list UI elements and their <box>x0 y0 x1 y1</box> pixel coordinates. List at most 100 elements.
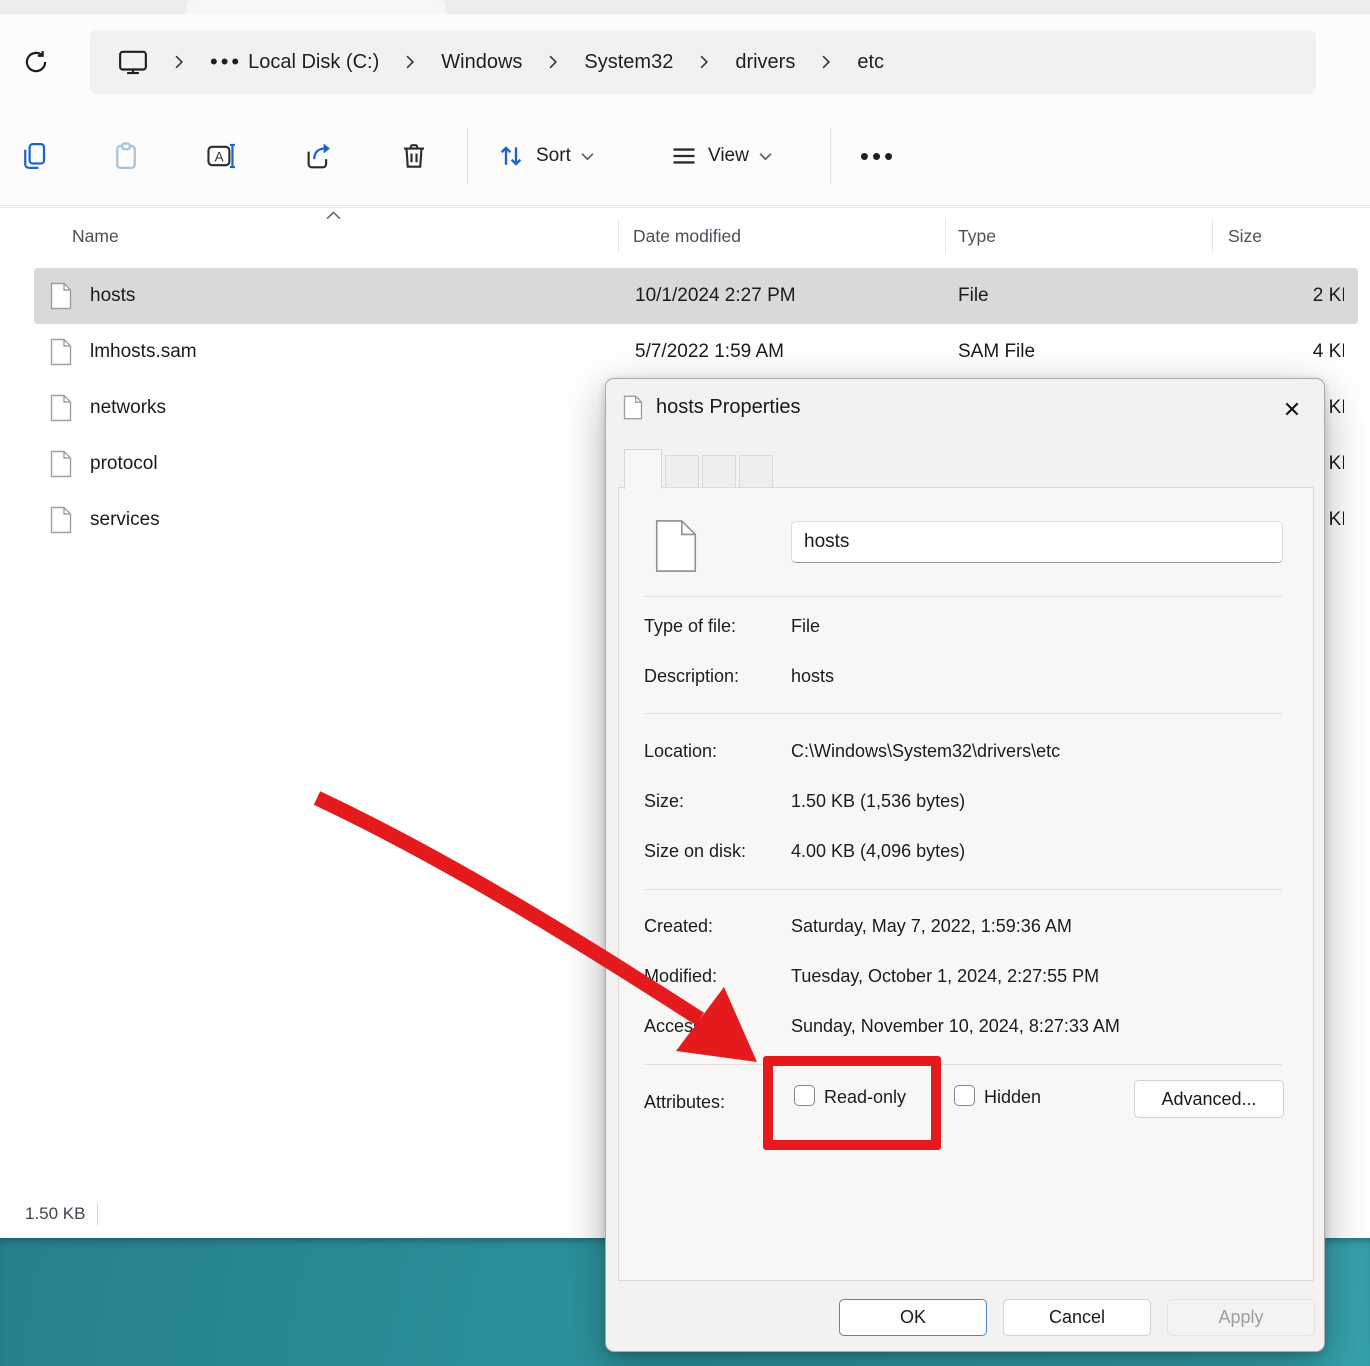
explorer-active-tab[interactable] <box>186 0 446 14</box>
filename-input[interactable] <box>791 521 1283 563</box>
size-on-disk-label: Size on disk: <box>644 841 747 861</box>
chevron-right-icon <box>174 55 184 69</box>
chevron-right-icon <box>548 55 558 69</box>
this-pc-icon[interactable] <box>118 49 148 75</box>
file-type: SAM File <box>958 341 1036 362</box>
size-label: Size: <box>644 791 685 811</box>
rename-button[interactable]: A <box>200 134 244 178</box>
breadcrumb-item-label[interactable]: drivers <box>735 51 795 74</box>
paste-icon <box>111 141 141 171</box>
attributes-label: Attributes: <box>644 1092 726 1112</box>
hidden-checkbox[interactable] <box>954 1085 975 1106</box>
file-row[interactable]: hosts 10/1/2024 2:27 PM File 2 KB <box>34 268 1358 324</box>
file-icon <box>50 338 72 366</box>
column-divider[interactable] <box>1212 219 1213 253</box>
breadcrumb-item-label[interactable]: Windows <box>441 51 522 74</box>
dialog-tab[interactable] <box>665 455 699 487</box>
delete-button[interactable] <box>392 134 436 178</box>
file-icon-large <box>654 519 698 573</box>
address-bar[interactable]: ••• Local Disk (C:) Windows System32 dri… <box>90 30 1316 94</box>
accessed-label: Accessed: <box>644 1016 728 1036</box>
dialog-tabs <box>624 449 776 489</box>
chevron-down-icon <box>581 152 594 161</box>
rename-icon: A <box>206 141 238 171</box>
column-header-type[interactable]: Type <box>958 208 996 264</box>
file-icon <box>623 395 643 420</box>
column-divider[interactable] <box>618 219 619 253</box>
hidden-checkbox-label[interactable]: Hidden <box>984 1087 1041 1108</box>
file-icon <box>50 394 72 422</box>
close-icon[interactable]: ✕ <box>1270 389 1314 431</box>
size-on-disk-value: 4.00 KB (4,096 bytes) <box>791 841 966 861</box>
location-label: Location: <box>644 741 718 761</box>
separator <box>644 596 1282 597</box>
share-icon <box>303 141 333 171</box>
navigation-bar: ••• Local Disk (C:) Windows System32 dri… <box>0 14 1370 108</box>
location-value: C:\Windows\System32\drivers\etc <box>791 741 1061 761</box>
refresh-button[interactable] <box>16 42 56 82</box>
chevron-right-icon <box>821 55 831 69</box>
breadcrumb-overflow-button[interactable]: ••• <box>210 51 242 73</box>
file-name[interactable]: networks <box>90 380 166 436</box>
file-icon <box>50 282 72 310</box>
dialog-tab[interactable] <box>739 455 773 487</box>
file-name[interactable]: protocol <box>90 436 158 492</box>
type-of-file-value: File <box>791 616 821 636</box>
column-header-row: Name Date modified Type Size <box>0 207 1370 264</box>
cancel-button[interactable]: Cancel <box>1003 1299 1151 1336</box>
copy-icon <box>19 141 49 171</box>
explorer-tab-strip <box>0 0 1370 14</box>
breadcrumb-item-label[interactable]: System32 <box>584 51 673 74</box>
breadcrumb-item[interactable]: etc <box>795 51 884 74</box>
sort-icon <box>496 141 526 171</box>
readonly-checkbox[interactable] <box>794 1085 815 1106</box>
created-value: Saturday, May 7, 2022, 1:59:36 AM <box>791 916 1072 936</box>
breadcrumb-item[interactable]: drivers <box>673 51 795 74</box>
toolbar-divider <box>467 128 468 184</box>
status-selected-size: 1.50 KB <box>25 1204 86 1223</box>
sort-button[interactable]: Sort <box>496 134 594 178</box>
apply-button[interactable]: Apply <box>1167 1299 1315 1336</box>
refresh-icon <box>22 48 50 76</box>
chevron-right-icon <box>405 55 415 69</box>
file-name[interactable]: lmhosts.sam <box>90 324 197 380</box>
readonly-checkbox-label[interactable]: Read-only <box>824 1087 906 1108</box>
share-button[interactable] <box>296 134 340 178</box>
column-header-size[interactable]: Size <box>1228 208 1262 264</box>
breadcrumb-item[interactable]: System32 <box>522 51 673 74</box>
breadcrumb-item[interactable]: Windows <box>379 51 522 74</box>
chevron-down-icon <box>759 152 772 161</box>
separator <box>644 889 1282 890</box>
file-name[interactable]: services <box>90 492 160 548</box>
column-header-name[interactable]: Name <box>72 208 119 264</box>
copy-button[interactable] <box>12 134 56 178</box>
breadcrumb: Local Disk (C:) Windows System32 drivers… <box>248 51 884 74</box>
properties-dialog: hosts Properties ✕ Type of file: File De… <box>605 378 1325 1352</box>
toolbar-divider <box>830 128 831 184</box>
column-header-date-modified[interactable]: Date modified <box>633 208 741 264</box>
file-name[interactable]: hosts <box>90 268 135 324</box>
file-row[interactable]: lmhosts.sam 5/7/2022 1:59 AM SAM File 4 … <box>34 324 1358 380</box>
created-label: Created: <box>644 916 714 936</box>
paste-button[interactable] <box>104 134 148 178</box>
view-button[interactable]: View <box>670 134 772 178</box>
ok-button[interactable]: OK <box>839 1299 987 1336</box>
chevron-right-icon <box>699 55 709 69</box>
separator <box>644 1064 1282 1065</box>
more-options-button[interactable]: ••• <box>856 134 900 178</box>
dialog-tab[interactable] <box>702 455 736 487</box>
breadcrumb-item-label[interactable]: etc <box>857 51 884 74</box>
file-icon <box>50 506 72 534</box>
advanced-button[interactable]: Advanced... <box>1134 1080 1284 1118</box>
status-divider <box>97 1203 98 1225</box>
general-tab-page <box>618 487 1314 1281</box>
file-icon <box>50 450 72 478</box>
breadcrumb-item[interactable]: Local Disk (C:) <box>248 51 379 74</box>
modified-label: Modified: <box>644 966 718 986</box>
column-divider[interactable] <box>945 219 946 253</box>
size-value: 1.50 KB (1,536 bytes) <box>791 791 966 811</box>
dialog-title: hosts Properties <box>656 396 801 418</box>
view-label: View <box>708 145 749 166</box>
breadcrumb-item-label[interactable]: Local Disk (C:) <box>248 51 379 74</box>
dialog-tab[interactable] <box>624 449 662 489</box>
